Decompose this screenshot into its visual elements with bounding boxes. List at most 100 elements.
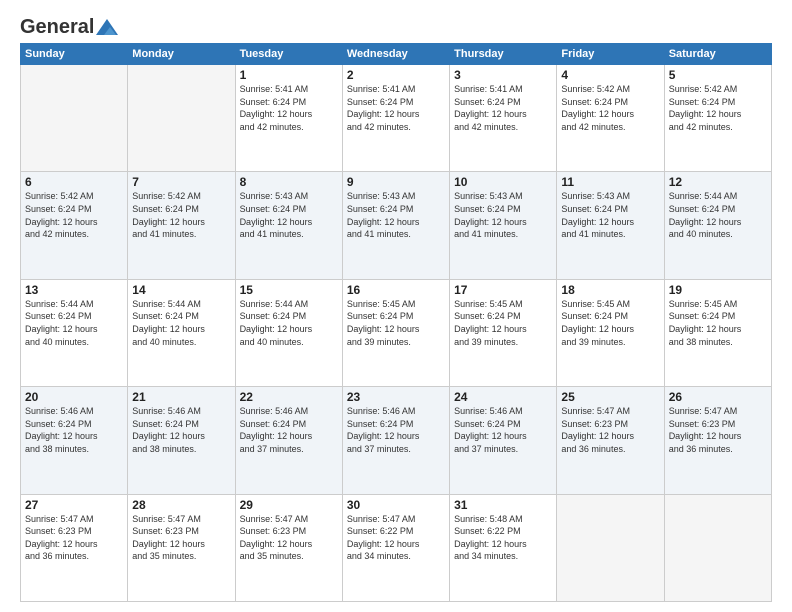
calendar-cell: 9Sunrise: 5:43 AM Sunset: 6:24 PM Daylig… [342,172,449,279]
calendar-cell: 14Sunrise: 5:44 AM Sunset: 6:24 PM Dayli… [128,279,235,386]
header: General [20,16,772,35]
day-number: 5 [669,68,767,82]
calendar-cell [557,494,664,601]
weekday-header: Saturday [664,44,771,65]
calendar-cell: 13Sunrise: 5:44 AM Sunset: 6:24 PM Dayli… [21,279,128,386]
calendar-cell: 15Sunrise: 5:44 AM Sunset: 6:24 PM Dayli… [235,279,342,386]
day-detail: Sunrise: 5:43 AM Sunset: 6:24 PM Dayligh… [347,190,445,240]
day-detail: Sunrise: 5:41 AM Sunset: 6:24 PM Dayligh… [240,83,338,133]
day-detail: Sunrise: 5:43 AM Sunset: 6:24 PM Dayligh… [240,190,338,240]
calendar-cell: 24Sunrise: 5:46 AM Sunset: 6:24 PM Dayli… [450,387,557,494]
calendar-cell: 19Sunrise: 5:45 AM Sunset: 6:24 PM Dayli… [664,279,771,386]
calendar-cell: 22Sunrise: 5:46 AM Sunset: 6:24 PM Dayli… [235,387,342,494]
day-number: 15 [240,283,338,297]
day-detail: Sunrise: 5:42 AM Sunset: 6:24 PM Dayligh… [669,83,767,133]
day-number: 12 [669,175,767,189]
page: General SundayMondayTuesdayWednesdayThur… [0,0,792,612]
day-number: 19 [669,283,767,297]
day-detail: Sunrise: 5:47 AM Sunset: 6:22 PM Dayligh… [347,513,445,563]
day-number: 10 [454,175,552,189]
calendar-cell: 11Sunrise: 5:43 AM Sunset: 6:24 PM Dayli… [557,172,664,279]
day-detail: Sunrise: 5:47 AM Sunset: 6:23 PM Dayligh… [561,405,659,455]
day-number: 26 [669,390,767,404]
day-detail: Sunrise: 5:46 AM Sunset: 6:24 PM Dayligh… [347,405,445,455]
calendar-week-row: 1Sunrise: 5:41 AM Sunset: 6:24 PM Daylig… [21,65,772,172]
day-number: 16 [347,283,445,297]
day-number: 17 [454,283,552,297]
day-number: 31 [454,498,552,512]
calendar-cell: 1Sunrise: 5:41 AM Sunset: 6:24 PM Daylig… [235,65,342,172]
calendar-cell: 8Sunrise: 5:43 AM Sunset: 6:24 PM Daylig… [235,172,342,279]
day-detail: Sunrise: 5:46 AM Sunset: 6:24 PM Dayligh… [132,405,230,455]
day-number: 9 [347,175,445,189]
calendar-cell: 4Sunrise: 5:42 AM Sunset: 6:24 PM Daylig… [557,65,664,172]
day-detail: Sunrise: 5:46 AM Sunset: 6:24 PM Dayligh… [454,405,552,455]
day-number: 24 [454,390,552,404]
day-detail: Sunrise: 5:41 AM Sunset: 6:24 PM Dayligh… [454,83,552,133]
calendar-cell: 26Sunrise: 5:47 AM Sunset: 6:23 PM Dayli… [664,387,771,494]
day-detail: Sunrise: 5:47 AM Sunset: 6:23 PM Dayligh… [240,513,338,563]
day-number: 23 [347,390,445,404]
day-detail: Sunrise: 5:44 AM Sunset: 6:24 PM Dayligh… [132,298,230,348]
day-detail: Sunrise: 5:46 AM Sunset: 6:24 PM Dayligh… [240,405,338,455]
day-detail: Sunrise: 5:44 AM Sunset: 6:24 PM Dayligh… [25,298,123,348]
day-detail: Sunrise: 5:47 AM Sunset: 6:23 PM Dayligh… [132,513,230,563]
day-detail: Sunrise: 5:44 AM Sunset: 6:24 PM Dayligh… [240,298,338,348]
day-number: 25 [561,390,659,404]
day-number: 11 [561,175,659,189]
calendar-cell: 6Sunrise: 5:42 AM Sunset: 6:24 PM Daylig… [21,172,128,279]
day-number: 29 [240,498,338,512]
day-detail: Sunrise: 5:42 AM Sunset: 6:24 PM Dayligh… [561,83,659,133]
calendar-cell: 12Sunrise: 5:44 AM Sunset: 6:24 PM Dayli… [664,172,771,279]
day-number: 20 [25,390,123,404]
day-detail: Sunrise: 5:46 AM Sunset: 6:24 PM Dayligh… [25,405,123,455]
calendar-cell: 25Sunrise: 5:47 AM Sunset: 6:23 PM Dayli… [557,387,664,494]
calendar-cell: 5Sunrise: 5:42 AM Sunset: 6:24 PM Daylig… [664,65,771,172]
day-number: 28 [132,498,230,512]
calendar-week-row: 13Sunrise: 5:44 AM Sunset: 6:24 PM Dayli… [21,279,772,386]
day-detail: Sunrise: 5:42 AM Sunset: 6:24 PM Dayligh… [132,190,230,240]
calendar-table: SundayMondayTuesdayWednesdayThursdayFrid… [20,43,772,602]
calendar-cell: 31Sunrise: 5:48 AM Sunset: 6:22 PM Dayli… [450,494,557,601]
day-detail: Sunrise: 5:45 AM Sunset: 6:24 PM Dayligh… [454,298,552,348]
calendar-week-row: 6Sunrise: 5:42 AM Sunset: 6:24 PM Daylig… [21,172,772,279]
day-detail: Sunrise: 5:43 AM Sunset: 6:24 PM Dayligh… [561,190,659,240]
day-number: 2 [347,68,445,82]
weekday-header: Sunday [21,44,128,65]
logo-icon [96,19,118,35]
calendar-cell [664,494,771,601]
weekday-header: Tuesday [235,44,342,65]
calendar-cell: 2Sunrise: 5:41 AM Sunset: 6:24 PM Daylig… [342,65,449,172]
calendar-cell: 3Sunrise: 5:41 AM Sunset: 6:24 PM Daylig… [450,65,557,172]
calendar-cell [21,65,128,172]
day-number: 13 [25,283,123,297]
day-detail: Sunrise: 5:47 AM Sunset: 6:23 PM Dayligh… [669,405,767,455]
day-number: 7 [132,175,230,189]
day-detail: Sunrise: 5:48 AM Sunset: 6:22 PM Dayligh… [454,513,552,563]
calendar-cell: 10Sunrise: 5:43 AM Sunset: 6:24 PM Dayli… [450,172,557,279]
calendar-week-row: 20Sunrise: 5:46 AM Sunset: 6:24 PM Dayli… [21,387,772,494]
day-number: 4 [561,68,659,82]
day-detail: Sunrise: 5:45 AM Sunset: 6:24 PM Dayligh… [669,298,767,348]
calendar-cell: 28Sunrise: 5:47 AM Sunset: 6:23 PM Dayli… [128,494,235,601]
day-number: 14 [132,283,230,297]
day-number: 21 [132,390,230,404]
weekday-header: Thursday [450,44,557,65]
day-detail: Sunrise: 5:44 AM Sunset: 6:24 PM Dayligh… [669,190,767,240]
calendar-cell: 20Sunrise: 5:46 AM Sunset: 6:24 PM Dayli… [21,387,128,494]
day-detail: Sunrise: 5:41 AM Sunset: 6:24 PM Dayligh… [347,83,445,133]
day-number: 1 [240,68,338,82]
day-detail: Sunrise: 5:43 AM Sunset: 6:24 PM Dayligh… [454,190,552,240]
calendar-cell: 29Sunrise: 5:47 AM Sunset: 6:23 PM Dayli… [235,494,342,601]
day-detail: Sunrise: 5:42 AM Sunset: 6:24 PM Dayligh… [25,190,123,240]
day-detail: Sunrise: 5:47 AM Sunset: 6:23 PM Dayligh… [25,513,123,563]
day-number: 27 [25,498,123,512]
day-detail: Sunrise: 5:45 AM Sunset: 6:24 PM Dayligh… [561,298,659,348]
weekday-header: Wednesday [342,44,449,65]
day-detail: Sunrise: 5:45 AM Sunset: 6:24 PM Dayligh… [347,298,445,348]
calendar-cell: 21Sunrise: 5:46 AM Sunset: 6:24 PM Dayli… [128,387,235,494]
day-number: 30 [347,498,445,512]
day-number: 8 [240,175,338,189]
day-number: 18 [561,283,659,297]
calendar-header-row: SundayMondayTuesdayWednesdayThursdayFrid… [21,44,772,65]
